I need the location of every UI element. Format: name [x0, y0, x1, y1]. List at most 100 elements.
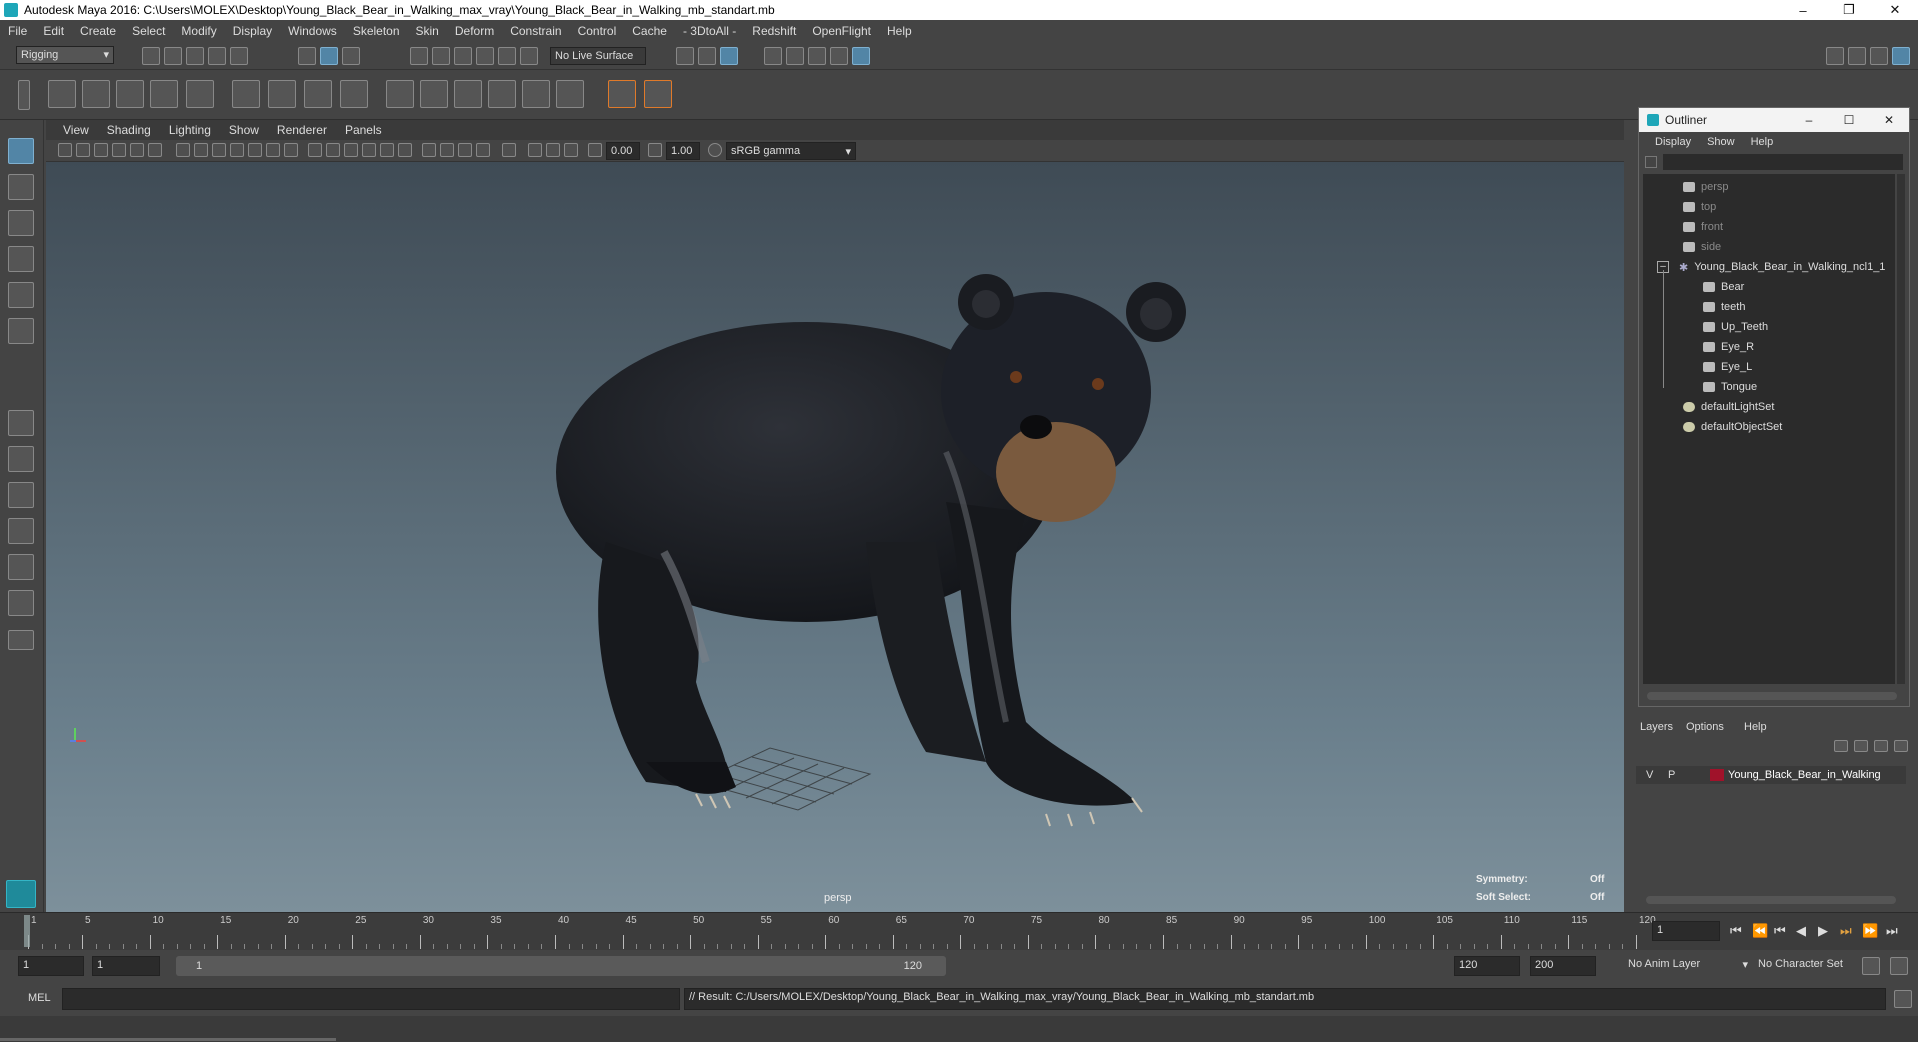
outliner-search-input[interactable] — [1663, 154, 1903, 170]
pole-vector-icon[interactable] — [556, 80, 584, 108]
new-scene-icon[interactable] — [142, 47, 160, 65]
mirror-joint-icon[interactable] — [150, 80, 178, 108]
select-tool-icon[interactable] — [8, 138, 34, 164]
xray-components-icon[interactable] — [564, 143, 578, 157]
menu-redshift[interactable]: Redshift — [744, 24, 804, 38]
menu-modify[interactable]: Modify — [173, 24, 224, 38]
menu-3dtoall[interactable]: - 3DtoAll - — [675, 24, 744, 38]
motion-blur-icon[interactable] — [440, 143, 454, 157]
layers-menu-help[interactable]: Help — [1744, 721, 1767, 733]
rotate-tool-icon[interactable] — [8, 282, 34, 308]
textured-icon[interactable] — [362, 143, 376, 157]
cluster-icon[interactable] — [304, 80, 332, 108]
safe-title-icon[interactable] — [284, 143, 298, 157]
anim-layer-dropdown[interactable]: No Anim Layer ▾ — [1624, 956, 1750, 976]
outliner-vscrollbar[interactable] — [1897, 174, 1905, 684]
menu-skeleton[interactable]: Skeleton — [345, 24, 408, 38]
use-lights-icon[interactable] — [380, 143, 394, 157]
menu-file[interactable]: File — [0, 24, 35, 38]
stacked-pane-icon[interactable] — [8, 518, 34, 544]
workspace-icon[interactable] — [1826, 47, 1844, 65]
save-scene-icon[interactable] — [186, 47, 204, 65]
bear-model[interactable] — [46, 162, 1624, 912]
select-object-icon[interactable] — [320, 47, 338, 65]
grease-pencil-icon[interactable] — [148, 143, 162, 157]
vp-menu-renderer[interactable]: Renderer — [268, 123, 336, 137]
shadows-icon[interactable] — [398, 143, 412, 157]
construction-history-icon[interactable] — [698, 47, 716, 65]
exposure-field[interactable]: 0.00 — [606, 142, 640, 160]
new-layer-selected-icon[interactable] — [1894, 740, 1908, 752]
safe-action-icon[interactable] — [266, 143, 280, 157]
graph-layout-icon[interactable] — [8, 590, 34, 616]
point-constraint-icon[interactable] — [420, 80, 448, 108]
menu-deform[interactable]: Deform — [447, 24, 502, 38]
render-view-icon[interactable] — [764, 47, 782, 65]
menu-openflight[interactable]: OpenFlight — [804, 24, 879, 38]
scale-constraint-icon[interactable] — [488, 80, 516, 108]
outliner-item-side[interactable]: side — [1683, 238, 1721, 256]
menu-select[interactable]: Select — [124, 24, 173, 38]
render-settings-icon[interactable] — [720, 47, 738, 65]
live-surface-field[interactable]: No Live Surface — [550, 47, 646, 65]
xray-icon[interactable] — [528, 143, 542, 157]
move-tool-icon[interactable] — [8, 246, 34, 272]
command-input[interactable] — [62, 988, 680, 1010]
mode-dropdown[interactable]: Rigging ▾ — [16, 46, 114, 64]
time-slider[interactable]: 1 5 10 15 20 25 30 35 40 45 50 55 60 65 70 75 80 85 90 95 10… — [0, 912, 1918, 950]
anim-end-field[interactable]: 200 — [1530, 956, 1596, 976]
resolution-gate-icon[interactable] — [212, 143, 226, 157]
snap-point-icon[interactable] — [454, 47, 472, 65]
outliner-menu-display[interactable]: Display — [1647, 136, 1699, 148]
outliner-item-eye-l[interactable]: Eye_L — [1703, 358, 1752, 376]
xray-joints-icon[interactable] — [546, 143, 560, 157]
outliner-item-group[interactable]: – ✱ Young_Black_Bear_in_Walking_ncl1_1 — [1657, 258, 1885, 276]
depth-of-field-icon[interactable] — [476, 143, 490, 157]
new-empty-layer-icon[interactable] — [1874, 740, 1888, 752]
outliner-item-eye-r[interactable]: Eye_R — [1703, 338, 1754, 356]
hypershade-icon[interactable] — [830, 47, 848, 65]
vp-menu-show[interactable]: Show — [220, 123, 268, 137]
outliner-item-persp[interactable]: persp — [1683, 178, 1729, 196]
grid-toggle-icon[interactable] — [176, 143, 190, 157]
snap-curve-icon[interactable] — [432, 47, 450, 65]
preferences-icon[interactable] — [1890, 957, 1908, 975]
menu-constrain[interactable]: Constrain — [502, 24, 569, 38]
panel-layout-icon[interactable] — [1848, 47, 1866, 65]
camera-select-icon[interactable] — [58, 143, 72, 157]
outliner-item-up-teeth[interactable]: Up_Teeth — [1703, 318, 1768, 336]
antialias-icon[interactable] — [458, 143, 472, 157]
orient-joint-icon[interactable] — [186, 80, 214, 108]
minimize-icon[interactable]: – — [1789, 113, 1829, 127]
orient-constraint-icon[interactable] — [454, 80, 482, 108]
layers-hscrollbar[interactable] — [1646, 896, 1896, 904]
script-editor-icon[interactable] — [1894, 990, 1912, 1008]
redo-icon[interactable] — [230, 47, 248, 65]
playback-start-field[interactable]: 1 — [92, 956, 160, 976]
move-layer-down-icon[interactable] — [1854, 740, 1868, 752]
undo-icon[interactable] — [208, 47, 226, 65]
outliner-item-default-object-set[interactable]: defaultObjectSet — [1683, 418, 1782, 436]
wireframe-on-shaded-icon[interactable] — [344, 143, 358, 157]
magnet-icon[interactable] — [520, 47, 538, 65]
ik-handle-icon[interactable] — [82, 80, 110, 108]
maximize-icon[interactable]: ☐ — [1829, 113, 1869, 127]
outliner-layout-icon[interactable] — [8, 554, 34, 580]
select-hierarchy-icon[interactable] — [298, 47, 316, 65]
filter-icon[interactable] — [1645, 156, 1657, 168]
lasso-tool-icon[interactable] — [8, 174, 34, 200]
playback-end-field[interactable]: 120 — [1454, 956, 1520, 976]
blend-shape-icon[interactable] — [340, 80, 368, 108]
gamma-icon[interactable] — [648, 143, 662, 157]
step-back-key-icon[interactable]: ⏮ — [1774, 923, 1786, 939]
joint-tool-icon[interactable] — [48, 80, 76, 108]
vp-menu-view[interactable]: View — [54, 123, 98, 137]
menu-skin[interactable]: Skin — [408, 24, 447, 38]
color-space-dropdown[interactable]: sRGB gamma ▾ — [726, 142, 856, 160]
menu-help[interactable]: Help — [879, 24, 920, 38]
vp-menu-shading[interactable]: Shading — [98, 123, 160, 137]
menu-cache[interactable]: Cache — [624, 24, 675, 38]
open-scene-icon[interactable] — [164, 47, 182, 65]
vp-menu-panels[interactable]: Panels — [336, 123, 391, 137]
menu-windows[interactable]: Windows — [280, 24, 345, 38]
